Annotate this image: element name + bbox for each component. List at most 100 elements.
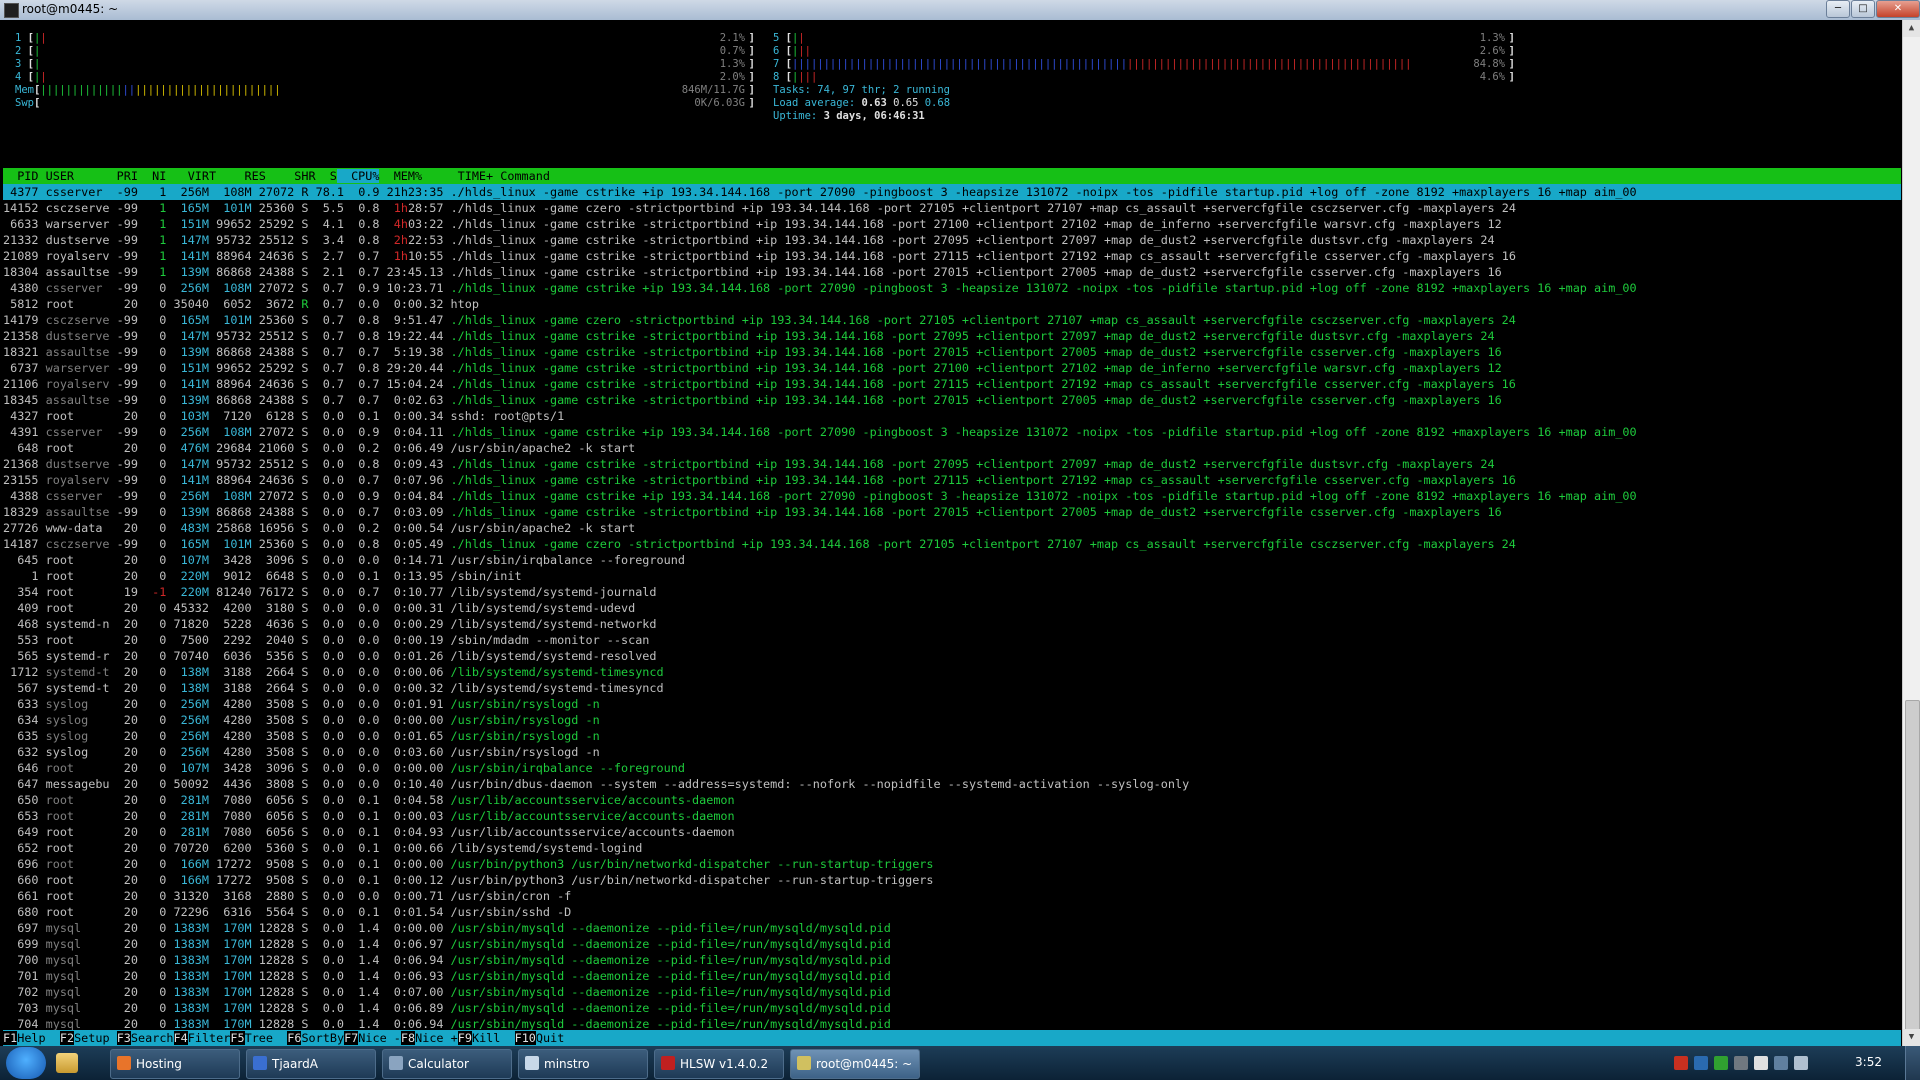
footer-label-f1[interactable]: Help — [17, 1031, 60, 1045]
process-row[interactable]: 21089 royalserv -99 1 141M 88964 24636 S… — [3, 248, 1901, 264]
taskbar-clock[interactable]: 3:52 — [1855, 1055, 1882, 1069]
footer-label-f2[interactable]: Setup — [74, 1031, 117, 1045]
tray-steam-icon[interactable] — [1694, 1056, 1708, 1070]
process-row[interactable]: 702 mysql 20 0 1383M 170M 12828 S 0.0 1.… — [3, 984, 1901, 1000]
column-header-mem[interactable]: MEM% — [379, 169, 422, 183]
process-row[interactable]: 6737 warserver -99 0 151M 99652 25292 S … — [3, 360, 1901, 376]
column-header-shr[interactable]: SHR — [266, 169, 315, 183]
process-row[interactable]: 354 root 19 -1 220M 81240 76172 S 0.0 0.… — [3, 584, 1901, 600]
process-row[interactable]: 648 root 20 0 476M 29684 21060 S 0.0 0.2… — [3, 440, 1901, 456]
footer-key-f5[interactable]: F5 — [230, 1031, 245, 1045]
footer-label-f4[interactable]: Filter — [188, 1031, 231, 1045]
process-row[interactable]: 650 root 20 0 281M 7080 6056 S 0.0 0.1 0… — [3, 792, 1901, 808]
process-row[interactable]: 699 mysql 20 0 1383M 170M 12828 S 0.0 1.… — [3, 936, 1901, 952]
process-row[interactable]: 14179 csczserve -99 0 165M 101M 25360 S … — [3, 312, 1901, 328]
process-row[interactable]: 18321 assaultse -99 0 139M 86868 24388 S… — [3, 344, 1901, 360]
column-header-user[interactable]: USER — [39, 169, 110, 183]
footer-label-f7[interactable]: Nice - — [358, 1031, 401, 1045]
scroll-up-icon[interactable]: ▲ — [1903, 20, 1920, 37]
footer-key-f9[interactable]: F9 — [457, 1031, 472, 1045]
process-row[interactable]: 18329 assaultse -99 0 139M 86868 24388 S… — [3, 504, 1901, 520]
column-header-pid[interactable]: PID — [3, 169, 38, 183]
taskbar-item[interactable]: TjaardA KLAD_2018.t... — [246, 1049, 376, 1079]
process-row[interactable]: 634 syslog 20 0 256M 4280 3508 S 0.0 0.0… — [3, 712, 1901, 728]
footer-key-f1[interactable]: F1 — [3, 1031, 18, 1045]
process-row[interactable]: 14187 csczserve -99 0 165M 101M 25360 S … — [3, 536, 1901, 552]
process-row[interactable]: 21368 dustserve -99 0 147M 95732 25512 S… — [3, 456, 1901, 472]
explorer-icon[interactable] — [56, 1053, 78, 1073]
taskbar-item[interactable]: Calculator — [382, 1049, 512, 1079]
process-row[interactable]: 565 systemd-r 20 0 70740 6036 5356 S 0.0… — [3, 648, 1901, 664]
column-header-command[interactable]: Command — [493, 169, 550, 183]
column-header-state[interactable]: S — [316, 169, 337, 183]
process-row[interactable]: 649 root 20 0 281M 7080 6056 S 0.0 0.1 0… — [3, 824, 1901, 840]
process-row[interactable]: 23155 royalserv -99 0 141M 88964 24636 S… — [3, 472, 1901, 488]
process-row[interactable]: 14152 csczserve -99 1 165M 101M 25360 S … — [3, 200, 1901, 216]
process-row[interactable]: 409 root 20 0 45332 4200 3180 S 0.0 0.0 … — [3, 600, 1901, 616]
process-row[interactable]: 645 root 20 0 107M 3428 3096 S 0.0 0.0 0… — [3, 552, 1901, 568]
process-row[interactable]: 660 root 20 0 166M 17272 9508 S 0.0 0.1 … — [3, 872, 1901, 888]
start-button[interactable] — [6, 1047, 46, 1079]
process-row[interactable]: 468 systemd-n 20 0 71820 5228 4636 S 0.0… — [3, 616, 1901, 632]
process-row[interactable]: 696 root 20 0 166M 17272 9508 S 0.0 0.1 … — [3, 856, 1901, 872]
process-row[interactable]: 567 systemd-t 20 0 138M 3188 2664 S 0.0 … — [3, 680, 1901, 696]
minimize-button[interactable]: ─ — [1826, 0, 1850, 18]
process-row[interactable]: 21106 royalserv -99 0 141M 88964 24636 S… — [3, 376, 1901, 392]
taskbar-item[interactable]: minstro — [518, 1049, 648, 1079]
footer-label-f5[interactable]: Tree — [245, 1031, 288, 1045]
process-row[interactable]: 632 syslog 20 0 256M 4280 3508 S 0.0 0.0… — [3, 744, 1901, 760]
footer-key-f6[interactable]: F6 — [287, 1031, 302, 1045]
process-row[interactable]: 700 mysql 20 0 1383M 170M 12828 S 0.0 1.… — [3, 952, 1901, 968]
tray-security-icon[interactable] — [1714, 1056, 1728, 1070]
process-row[interactable]: 1 root 20 0 220M 9012 6648 S 0.0 0.1 0:1… — [3, 568, 1901, 584]
volume-icon[interactable] — [1794, 1056, 1808, 1070]
process-row[interactable]: 5812 root 20 0 35040 6052 3672 R 0.7 0.0… — [3, 296, 1901, 312]
process-row[interactable]: 4327 root 20 0 103M 7120 6128 S 0.0 0.1 … — [3, 408, 1901, 424]
process-column-header[interactable]: PID USER PRI NI VIRT RES SHR S CPU% MEM%… — [3, 168, 1901, 184]
process-row[interactable]: 1712 systemd-t 20 0 138M 3188 2664 S 0.0… — [3, 664, 1901, 680]
footer-label-f9[interactable]: Kill — [472, 1031, 515, 1045]
process-row[interactable]: 553 root 20 0 7500 2292 2040 S 0.0 0.0 0… — [3, 632, 1901, 648]
footer-key-f3[interactable]: F3 — [116, 1031, 131, 1045]
footer-label-f6[interactable]: SortBy — [301, 1031, 344, 1045]
process-row[interactable]: 680 root 20 0 72296 6316 5564 S 0.0 0.1 … — [3, 904, 1901, 920]
terminal-scrollbar[interactable]: ▲ ▼ — [1902, 20, 1920, 1046]
process-row[interactable]: 6633 warserver -99 1 151M 99652 25292 S … — [3, 216, 1901, 232]
process-row[interactable]: 21358 dustserve -99 0 147M 95732 25512 S… — [3, 328, 1901, 344]
scroll-thumb[interactable] — [1905, 700, 1920, 1042]
column-header-cpu[interactable]: CPU% — [336, 169, 380, 183]
tray-usb-icon[interactable] — [1734, 1056, 1748, 1070]
footer-label-f8[interactable]: Nice + — [415, 1031, 458, 1045]
process-row[interactable]: 697 mysql 20 0 1383M 170M 12828 S 0.0 1.… — [3, 920, 1901, 936]
process-row[interactable]: 635 syslog 20 0 256M 4280 3508 S 0.0 0.0… — [3, 728, 1901, 744]
maximize-button[interactable]: □ — [1851, 0, 1875, 18]
footer-key-f10[interactable]: F10 — [514, 1031, 536, 1045]
taskbar-item[interactable]: Hosting solutions: W... — [110, 1049, 240, 1079]
process-row[interactable]: 661 root 20 0 31320 3168 2880 S 0.0 0.0 … — [3, 888, 1901, 904]
column-header-time[interactable]: TIME+ — [422, 169, 494, 183]
process-row[interactable]: 27726 www-data 20 0 483M 25868 16956 S 0… — [3, 520, 1901, 536]
window-titlebar[interactable]: root@m0445: ~ ─ □ ✕ — [0, 0, 1920, 20]
process-row[interactable]: 4391 csserver -99 0 256M 108M 27072 S 0.… — [3, 424, 1901, 440]
footer-key-f4[interactable]: F4 — [173, 1031, 188, 1045]
process-row[interactable]: 653 root 20 0 281M 7080 6056 S 0.0 0.1 0… — [3, 808, 1901, 824]
action-center-icon[interactable] — [1754, 1056, 1768, 1070]
terminal-area[interactable]: 1 [|| 2.1%] 2 [| 0.7%] 3 [| 1.3%] 4 [|| 2.0%] 5 … — [3, 20, 1901, 1046]
footer-key-f2[interactable]: F2 — [59, 1031, 75, 1045]
column-header-virt[interactable]: VIRT — [166, 169, 216, 183]
footer-label-f10[interactable]: Quit — [536, 1031, 564, 1045]
process-row[interactable]: 4388 csserver -99 0 256M 108M 27072 S 0.… — [3, 488, 1901, 504]
column-header-pri[interactable]: PRI — [110, 169, 138, 183]
scroll-down-icon[interactable]: ▼ — [1903, 1029, 1920, 1046]
process-row[interactable]: 647 messagebu 20 0 50092 4436 3808 S 0.0… — [3, 776, 1901, 792]
taskbar-item[interactable]: HLSW v1.4.0.2 DD2 ... — [654, 1049, 784, 1079]
process-row[interactable]: 652 root 20 0 70720 6200 5360 S 0.0 0.1 … — [3, 840, 1901, 856]
process-row[interactable]: 18304 assaultse -99 1 139M 86868 24388 S… — [3, 264, 1901, 280]
process-row[interactable]: 18345 assaultse -99 0 139M 86868 24388 S… — [3, 392, 1901, 408]
tray-app-icon[interactable] — [1674, 1056, 1688, 1070]
network-icon[interactable] — [1774, 1056, 1788, 1070]
close-button[interactable]: ✕ — [1876, 0, 1920, 18]
column-header-res[interactable]: RES — [216, 169, 266, 183]
footer-key-f7[interactable]: F7 — [344, 1031, 359, 1045]
process-row[interactable]: 21332 dustserve -99 1 147M 95732 25512 S… — [3, 232, 1901, 248]
